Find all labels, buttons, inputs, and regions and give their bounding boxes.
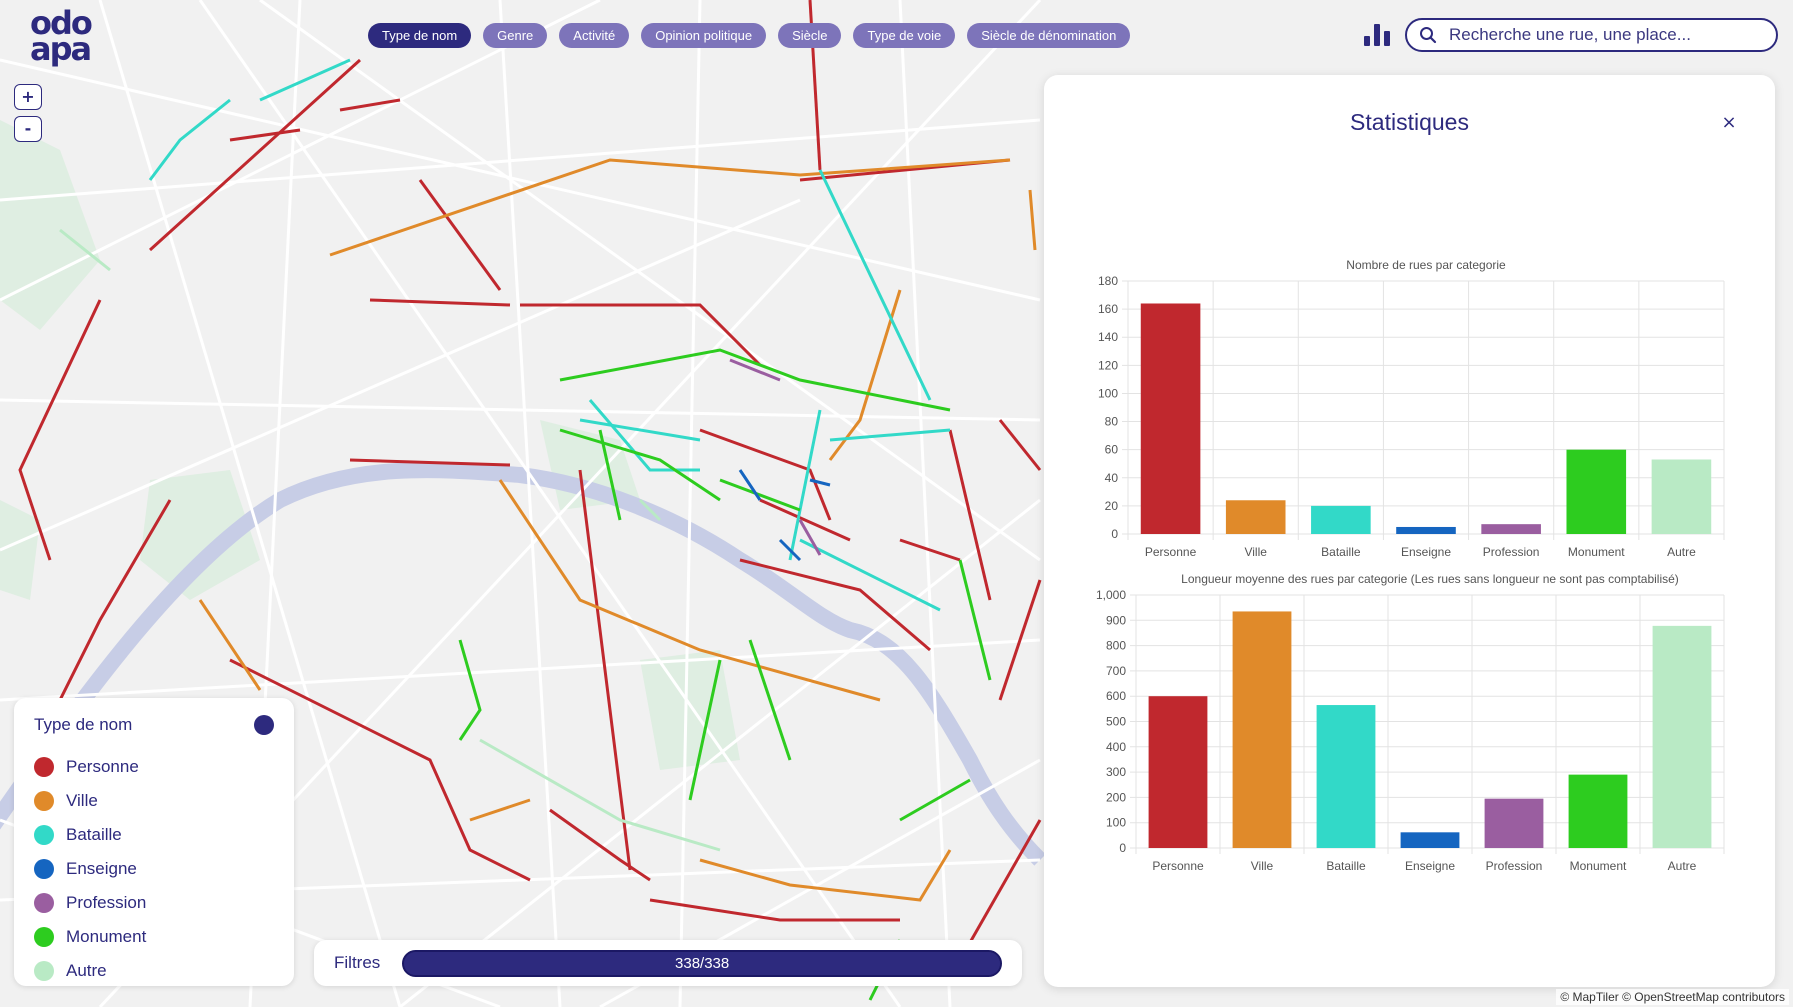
legend-item-monument[interactable]: Monument <box>34 920 274 954</box>
y-tick-label: 180 <box>1098 274 1118 288</box>
x-tick-label: Autre <box>1668 859 1697 873</box>
filter-chip-siecle-denomination[interactable]: Siècle de dénomination <box>967 23 1131 48</box>
chart-length-svg: Longueur moyenne des rues par categorie … <box>1096 572 1725 873</box>
legend-item-label: Enseigne <box>66 859 137 878</box>
legend-item-label: Bataille <box>66 825 122 844</box>
bar-ville <box>1232 611 1292 848</box>
filter-chip-type-de-nom[interactable]: Type de nom <box>368 23 472 48</box>
zoom-in-button[interactable]: + <box>14 84 42 110</box>
x-tick-label: Bataille <box>1326 859 1366 873</box>
y-tick-label: 140 <box>1098 330 1118 344</box>
filter-chip-opinion-politique[interactable]: Opinion politique <box>641 23 767 48</box>
y-tick-label: 40 <box>1105 471 1119 485</box>
bar-enseigne <box>1400 832 1460 848</box>
filter-chip-genre[interactable]: Genre <box>483 23 548 48</box>
legend-item-label: Personne <box>66 757 139 776</box>
y-tick-label: 800 <box>1106 639 1126 653</box>
legend-swatch <box>34 825 54 845</box>
filter-range-bar[interactable]: 338/338 <box>402 949 1002 977</box>
y-tick-label: 300 <box>1106 765 1126 779</box>
bar-profession <box>1484 798 1544 848</box>
y-tick-label: 1,000 <box>1096 588 1126 602</box>
legend-item-profession[interactable]: Profession <box>34 886 274 920</box>
search-icon <box>1420 27 1437 44</box>
category-filter-bar: Type de nom Genre Activité Opinion polit… <box>368 23 1131 48</box>
stats-panel-title: Statistiques <box>1350 109 1469 135</box>
legend-item-label: Profession <box>66 893 147 912</box>
logo-text-bottom: apa <box>30 30 92 68</box>
map-attribution: © MapTiler © OpenStreetMap contributors <box>1556 989 1789 1005</box>
legend-swatch <box>34 859 54 879</box>
app-logo[interactable]: odo apa <box>30 7 110 68</box>
filter-chip-type-de-voie[interactable]: Type de voie <box>853 23 956 48</box>
legend-swatch <box>34 961 54 981</box>
legend-item-autre[interactable]: Autre <box>34 954 274 988</box>
bar-chart-icon-bar <box>1374 24 1380 46</box>
x-tick-label: Monument <box>1570 859 1627 873</box>
legend-title: Type de nom <box>34 715 133 734</box>
legend-item-bataille[interactable]: Bataille <box>34 818 274 852</box>
stats-panel: Statistiques × Nombre de rues par catego… <box>1044 75 1775 987</box>
bar-monument <box>1568 774 1628 848</box>
zoom-out-button[interactable]: - <box>14 116 42 142</box>
y-tick-label: 120 <box>1098 358 1118 372</box>
x-tick-label: Ville <box>1251 859 1274 873</box>
filter-label: Filtres <box>334 953 381 972</box>
y-tick-label: 100 <box>1098 386 1118 400</box>
bar-autre <box>1652 625 1712 848</box>
bar-bataille <box>1316 705 1376 848</box>
search-box <box>1405 18 1778 52</box>
filter-chip-siecle[interactable]: Siècle <box>778 23 842 48</box>
search-input[interactable] <box>1449 25 1759 45</box>
legend-item-personne[interactable]: Personne <box>34 750 274 784</box>
y-tick-label: 100 <box>1106 816 1126 830</box>
x-tick-label: Personne <box>1152 859 1204 873</box>
legend-swatch <box>34 927 54 947</box>
y-tick-label: 500 <box>1106 715 1126 729</box>
filter-count: 338/338 <box>675 954 730 972</box>
bar-chart-icon-bar <box>1384 31 1390 46</box>
legend-item-ville[interactable]: Ville <box>34 784 274 818</box>
bar-chart-icon-bar <box>1364 36 1370 46</box>
x-tick-label: Enseigne <box>1405 859 1455 873</box>
legend-swatch <box>34 893 54 913</box>
legend-item-label: Autre <box>66 961 107 980</box>
chart-title: Longueur moyenne des rues par categorie … <box>1181 572 1679 586</box>
filter-progress: Filtres 338/338 <box>314 940 1022 986</box>
chart-length-by-category: Longueur moyenne des rues par categorie … <box>1044 495 1775 895</box>
y-tick-label: 0 <box>1119 841 1126 855</box>
legend-item-label: Monument <box>66 927 147 946</box>
y-tick-label: 200 <box>1106 790 1126 804</box>
bar-chart-icon[interactable] <box>1362 20 1392 50</box>
legend-panel: Type de nom Personne Ville Bataille Enseign… <box>14 698 294 986</box>
bar-personne <box>1148 696 1208 848</box>
legend-item-enseigne[interactable]: Enseigne <box>34 852 274 886</box>
y-tick-label: 600 <box>1106 689 1126 703</box>
x-tick-label: Profession <box>1486 859 1543 873</box>
y-tick-label: 80 <box>1105 415 1119 429</box>
legend-item-label: Ville <box>66 791 98 810</box>
y-tick-label: 900 <box>1106 613 1126 627</box>
y-tick-label: 60 <box>1105 443 1119 457</box>
y-tick-label: 400 <box>1106 740 1126 754</box>
close-icon[interactable]: × <box>1719 113 1739 133</box>
y-tick-label: 700 <box>1106 664 1126 678</box>
legend-swatch <box>34 757 54 777</box>
filter-chip-activite[interactable]: Activité <box>559 23 630 48</box>
legend-toggle[interactable] <box>254 715 274 735</box>
legend-swatch <box>34 791 54 811</box>
y-tick-label: 160 <box>1098 302 1118 316</box>
chart-title: Nombre de rues par categorie <box>1346 258 1506 272</box>
zoom-controls: + - <box>14 84 42 142</box>
legend-list: Personne Ville Bataille Enseigne Profession M… <box>34 750 274 988</box>
